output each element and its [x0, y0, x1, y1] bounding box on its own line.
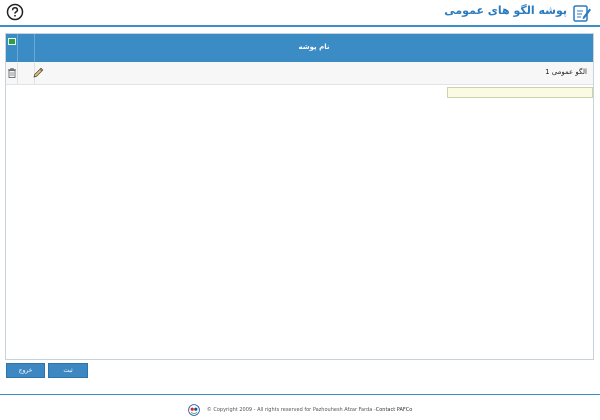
column-header-folder-name[interactable]: نام پوشه [35, 43, 593, 51]
actions-header-cell [18, 34, 35, 62]
page-header: پوشه الگو های عمومی [0, 0, 600, 25]
pencil-icon[interactable] [33, 67, 44, 78]
table-row[interactable]: الگو عمومی 1 [6, 62, 593, 85]
company-logo-icon [187, 403, 200, 416]
folder-name: الگو عمومی 1 [545, 68, 587, 76]
exit-button[interactable]: خروج [6, 363, 45, 378]
grid-header: نام پوشه [6, 34, 593, 62]
filter-input[interactable] [447, 87, 593, 98]
contact-link[interactable]: Contact PAFCo [376, 407, 413, 413]
help-icon[interactable] [6, 3, 24, 21]
header-divider [0, 25, 600, 27]
delete-cell [6, 62, 18, 85]
page-title: پوشه الگو های عمومی [444, 4, 567, 17]
edit-document-icon [573, 5, 591, 22]
copyright-text: © Copyright 2009 - All rights reserved f… [206, 406, 376, 413]
footer: © Copyright 2009 - All rights reserved f… [0, 399, 600, 416]
export-cell [6, 34, 18, 62]
trash-icon[interactable] [8, 68, 16, 78]
footer-divider [0, 394, 600, 395]
folders-grid: نام پوشه الگو عمومی 1 [5, 33, 594, 360]
excel-export-icon[interactable] [8, 38, 16, 45]
save-button[interactable]: ثبت [48, 363, 88, 378]
edit-cell [18, 62, 44, 85]
